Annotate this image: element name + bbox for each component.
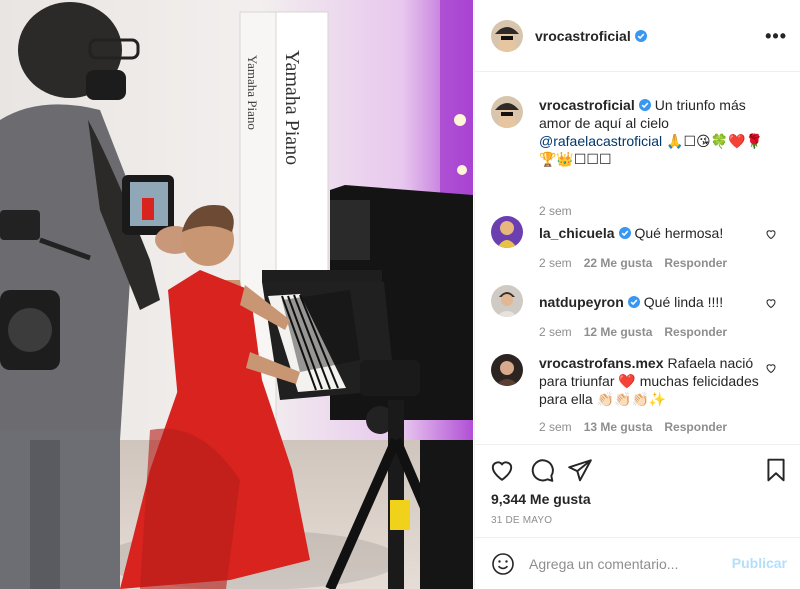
- comment-input[interactable]: [529, 552, 719, 576]
- caption-avatar[interactable]: [491, 96, 523, 128]
- comment-meta: 2 sem 13 Me gusta Responder: [539, 420, 727, 434]
- sign-text-large: Yamaha Piano: [281, 50, 303, 165]
- owner-username[interactable]: vrocastroficial: [535, 28, 631, 44]
- caption-verified-badge-icon: [638, 99, 651, 111]
- comment-icon[interactable]: [529, 457, 555, 483]
- comment-like-heart-icon[interactable]: [765, 362, 777, 374]
- caption-mention[interactable]: @rafaelacastroficial: [539, 133, 662, 149]
- comment-text: la_chicuela Qué hermosa!: [539, 224, 765, 242]
- post-actions: 9,344 Me gusta 31 DE MAYO: [475, 444, 800, 544]
- photo-scene: Yamaha Piano Yamaha Piano: [0, 0, 473, 589]
- comment-time[interactable]: 2 sem: [539, 420, 572, 434]
- more-options-icon[interactable]: •••: [765, 26, 787, 47]
- heart-icon[interactable]: [489, 457, 515, 483]
- comment-like-heart-icon[interactable]: [765, 297, 777, 309]
- publish-button[interactable]: Publicar: [732, 555, 787, 571]
- post-header: vrocastroficial •••: [475, 0, 800, 72]
- comment-reply-button[interactable]: Responder: [664, 325, 727, 339]
- comments-list[interactable]: vrocastroficial Un triunfo más amor de aq…: [475, 72, 800, 444]
- comment-meta: 2 sem 12 Me gusta Responder: [539, 325, 727, 339]
- add-comment-bar: Publicar: [475, 537, 800, 589]
- comment-avatar-image: [491, 285, 523, 317]
- comment-likes[interactable]: 12 Me gusta: [584, 325, 653, 339]
- post-photo[interactable]: Yamaha Piano Yamaha Piano: [0, 0, 473, 589]
- comment-username[interactable]: natdupeyron: [539, 294, 624, 310]
- comment-avatar-image: [491, 216, 523, 248]
- post-date[interactable]: 31 DE MAYO: [491, 515, 552, 526]
- comment-meta: 2 sem 22 Me gusta Responder: [539, 256, 727, 270]
- comment-like-heart-icon[interactable]: [765, 228, 777, 240]
- comment-body: Qué linda !!!!: [643, 294, 724, 310]
- comment-verified-badge-icon: [618, 227, 631, 239]
- comment-likes[interactable]: 13 Me gusta: [584, 420, 653, 434]
- comment-avatar-image: [491, 354, 523, 386]
- caption-text: vrocastroficial Un triunfo más amor de aq…: [539, 96, 765, 168]
- caption-username[interactable]: vrocastroficial: [539, 97, 635, 113]
- comment-likes[interactable]: 22 Me gusta: [584, 256, 653, 270]
- likes-count[interactable]: 9,344 Me gusta: [491, 491, 591, 507]
- owner-avatar[interactable]: [491, 20, 523, 52]
- bookmark-icon[interactable]: [763, 457, 789, 483]
- comment-time[interactable]: 2 sem: [539, 325, 572, 339]
- verified-badge-icon: [634, 30, 647, 42]
- comment-text: natdupeyron Qué linda !!!!: [539, 293, 765, 311]
- comment-reply-button[interactable]: Responder: [664, 256, 727, 270]
- comment-avatar[interactable]: [491, 285, 523, 317]
- caption-time[interactable]: 2 sem: [539, 204, 572, 218]
- comment-time[interactable]: 2 sem: [539, 256, 572, 270]
- comment-text: vrocastrofans.mex Rafaela nació para triu…: [539, 354, 765, 408]
- comment-avatar[interactable]: [491, 216, 523, 248]
- emoji-icon[interactable]: [491, 552, 515, 576]
- share-icon[interactable]: [567, 457, 593, 483]
- owner-avatar-image: [491, 20, 523, 52]
- comment-username[interactable]: la_chicuela: [539, 225, 615, 241]
- comment-reply-button[interactable]: Responder: [664, 420, 727, 434]
- post-side-panel: vrocastroficial ••• vrocastroficial Un tr…: [474, 0, 800, 589]
- comment-verified-badge-icon: [627, 296, 640, 308]
- comment-body: Qué hermosa!: [634, 225, 724, 241]
- sign-text-small: Yamaha Piano: [245, 55, 260, 130]
- comment-avatar[interactable]: [491, 354, 523, 386]
- comment-username[interactable]: vrocastrofans.mex: [539, 355, 664, 371]
- caption-avatar-image: [491, 96, 523, 128]
